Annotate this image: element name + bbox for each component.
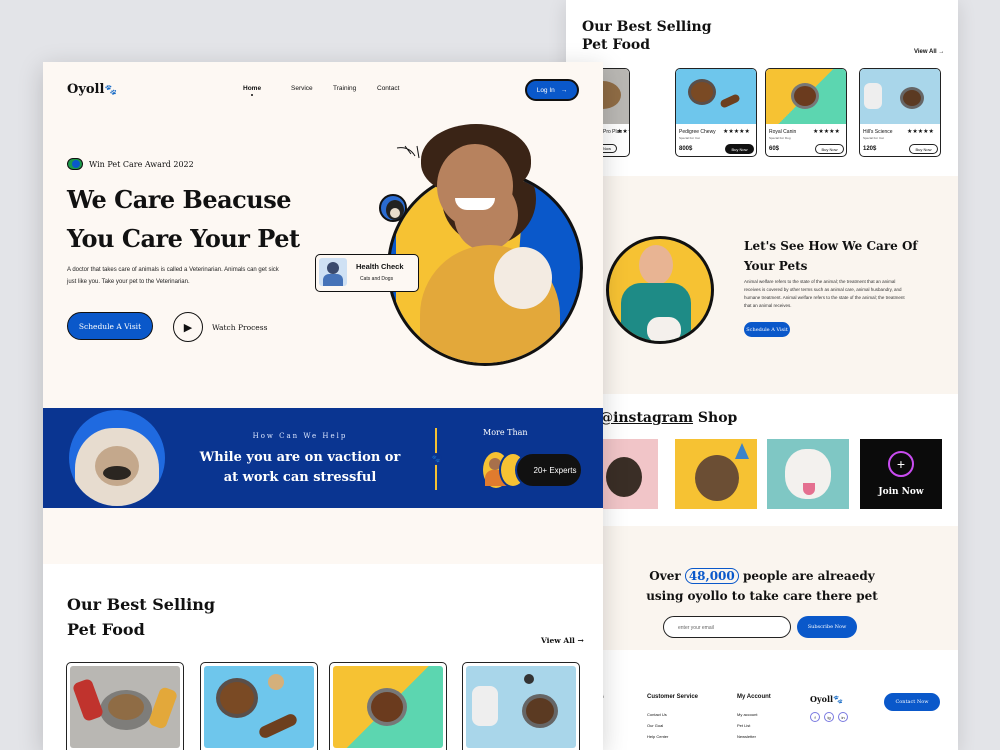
instagram-section: n @instagram Shop + Join Now xyxy=(566,394,958,526)
main-page: Oyoll🐾 Home Service Training Contact Log… xyxy=(43,62,603,750)
award-badge: Win Pet Care Award 2022 xyxy=(67,158,194,170)
login-button[interactable]: Log In → xyxy=(525,79,579,101)
banner-title: While you are on vaction or at work can … xyxy=(199,450,401,485)
product-card[interactable] xyxy=(462,662,580,750)
product-image xyxy=(860,69,940,124)
linkedin-icon[interactable]: in xyxy=(838,712,848,722)
email-input[interactable]: enter your email xyxy=(663,616,791,638)
instagram-photo[interactable] xyxy=(767,439,849,509)
decor-scribble xyxy=(396,145,420,159)
play-icon: ▶ xyxy=(173,312,203,342)
bulldog-photo xyxy=(69,410,165,506)
product-image xyxy=(333,666,443,748)
health-check-card[interactable]: Health Check Cats and Dogs xyxy=(315,254,419,292)
footer-link[interactable]: Newsletter xyxy=(737,734,756,739)
product-image xyxy=(204,666,314,748)
footer-link[interactable]: Our Goal xyxy=(647,723,663,728)
nav-training[interactable]: Training xyxy=(333,85,377,92)
face-overflow xyxy=(437,144,513,228)
schedule-visit-button[interactable]: Schedule A Visit xyxy=(67,312,153,340)
hero-title: We Care Beacuse You Care Your Pet xyxy=(67,185,300,253)
brand-logo[interactable]: Oyoll🐾 xyxy=(67,82,117,97)
product-card: Pedigree Chewy Special For Cat ★★★★★ 800… xyxy=(675,68,757,157)
paw-icon: 🐾 xyxy=(104,85,117,96)
arrow-right-icon: → xyxy=(577,636,584,645)
award-icon xyxy=(67,158,83,170)
instagram-photo[interactable] xyxy=(675,439,757,509)
product-card[interactable] xyxy=(66,662,184,750)
nav-home[interactable]: Home xyxy=(243,85,291,96)
nav-contact[interactable]: Contact xyxy=(377,85,417,92)
paw-icon: 🐾 xyxy=(430,453,442,465)
footer: Us icy icy Customer Service Contact Us O… xyxy=(566,650,958,750)
best-selling-section-back: Our Best Selling Pet Food View All → Pro… xyxy=(566,0,958,176)
dog-avatar xyxy=(379,194,407,222)
arrow-right-icon: → xyxy=(938,49,945,55)
main-nav: Home Service Training Contact xyxy=(243,85,417,96)
product-image xyxy=(466,666,576,748)
section-title: Our Best Selling Pet Food xyxy=(67,595,216,639)
best-selling-section: Our Best Selling Pet Food View All → xyxy=(43,564,603,750)
vet-photo xyxy=(606,236,714,344)
footer-logo: Oyoll🐾 xyxy=(810,694,843,704)
product-card: Royal Canin Special For Dog ★★★★★ 60$ Bu… xyxy=(765,68,847,157)
hero-description: A doctor that takes care of animals is c… xyxy=(67,267,279,285)
join-now-card[interactable]: + Join Now xyxy=(860,439,942,509)
arrow-right-icon: → xyxy=(560,86,568,94)
experts-badge: 20+ Experts xyxy=(515,452,583,488)
care-section: Let's See How We Care Of Your Pets Anima… xyxy=(566,176,958,394)
schedule-visit-button[interactable]: Schedule A Visit xyxy=(744,322,790,337)
product-card: Hill's Science Special For Cat ★★★★★ 120… xyxy=(859,68,941,157)
section-title: Our Best Selling Pet Food xyxy=(582,19,712,53)
member-count-badge: 48,000 xyxy=(684,568,739,584)
help-banner: How Can We Help While you are on vaction… xyxy=(43,408,603,508)
instagram-title: n @instagram Shop xyxy=(584,410,738,426)
care-text: Animal welfare refers to the state of th… xyxy=(744,279,905,308)
contact-now-button[interactable]: Contact Now xyxy=(884,693,940,711)
social-links: f ig in xyxy=(810,712,848,722)
vet-thumb xyxy=(319,258,347,286)
nav-service[interactable]: Service xyxy=(291,85,333,92)
watch-process[interactable]: ▶ Watch Process xyxy=(173,312,267,342)
view-all-link[interactable]: View All → xyxy=(541,636,584,645)
paw-icon: 🐾 xyxy=(833,694,843,704)
community-section: Over 48,000 people are alreaedy using oy… xyxy=(566,526,958,650)
footer-link[interactable]: Contact Us xyxy=(647,712,667,717)
footer-link[interactable]: My account xyxy=(737,712,757,717)
product-card[interactable] xyxy=(329,662,447,750)
facebook-icon[interactable]: f xyxy=(810,712,820,722)
care-title: Let's See How We Care Of Your Pets xyxy=(744,239,918,273)
buy-now-button[interactable]: Buy Now xyxy=(815,144,844,154)
buy-now-button[interactable]: Buy Now xyxy=(725,144,754,154)
buy-now-button[interactable]: Buy Now xyxy=(909,144,938,154)
product-card[interactable] xyxy=(200,662,318,750)
instagram-icon[interactable]: ig xyxy=(824,712,834,722)
product-image xyxy=(766,69,846,124)
community-text: Over 48,000 people are alreaedy using oy… xyxy=(646,568,878,603)
footer-link[interactable]: Help Center xyxy=(647,734,668,739)
plus-icon: + xyxy=(888,451,914,477)
product-image xyxy=(70,666,180,748)
background-page: Our Best Selling Pet Food View All → Pro… xyxy=(566,0,958,750)
footer-link[interactable]: Pet List xyxy=(737,723,750,728)
view-all-link[interactable]: View All → xyxy=(914,49,944,55)
product-image xyxy=(676,69,756,124)
subscribe-button[interactable]: Subscribe Now xyxy=(797,616,857,638)
